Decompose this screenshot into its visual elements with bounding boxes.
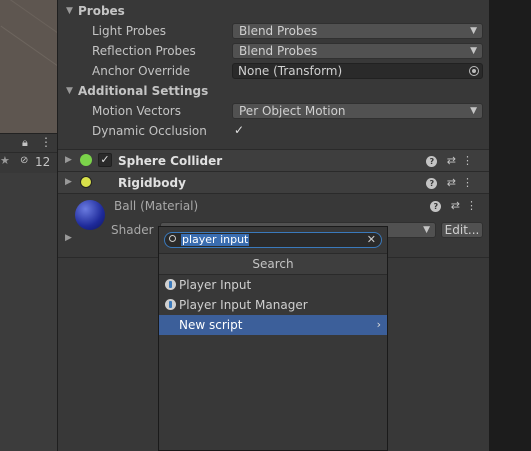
light-probes-value: Blend Probes <box>239 24 318 38</box>
sphere-collider-enabled-checkbox[interactable]: ✓ <box>98 153 112 167</box>
sphere-collider-icon <box>80 154 92 166</box>
lock-icon[interactable]: 🔒︎ <box>22 136 28 150</box>
anchor-override-label: Anchor Override <box>92 64 191 78</box>
shader-label: Shader <box>111 223 154 237</box>
material-name: Ball (Material) <box>114 199 199 213</box>
dropdown-arrow-icon: ▼ <box>423 225 430 235</box>
script-icon <box>165 299 176 310</box>
dropdown-arrow-icon: ▼ <box>470 106 477 116</box>
scene-grid-line <box>0 25 57 96</box>
collapse-arrow-icon[interactable]: ▶ <box>65 177 72 187</box>
scene-view[interactable] <box>0 0 57 133</box>
visibility-icon[interactable]: ⊘ <box>20 155 28 166</box>
more-options-icon[interactable]: ⋮ <box>462 176 479 189</box>
presets-icon[interactable]: ⇄ <box>451 199 466 212</box>
clear-search-icon[interactable]: ✕ <box>367 233 376 246</box>
divider <box>0 152 57 153</box>
probes-foldout-icon[interactable]: ▼ <box>66 6 73 16</box>
more-options-icon[interactable]: ⋮ <box>466 199 483 212</box>
edit-shader-button[interactable]: Edit... <box>441 222 483 238</box>
popup-item-label: New script <box>179 318 243 332</box>
sphere-collider-header[interactable]: ▶ ✓ Sphere Collider ? ⇄⋮ <box>58 149 489 172</box>
rigidbody-header[interactable]: ▶ Rigidbody ? ⇄⋮ <box>58 171 489 194</box>
search-icon <box>169 235 176 242</box>
component-header-icons: ? ⇄⋮ <box>426 154 479 167</box>
hierarchy-toolbar: 🔒︎ ⋮ ★ ⊘ 12 <box>0 133 57 174</box>
star-icon[interactable]: ★ <box>0 154 10 167</box>
reflection-probes-dropdown[interactable]: Blend Probes ▼ <box>232 43 483 59</box>
additional-settings-foldout-icon[interactable]: ▼ <box>66 86 73 96</box>
motion-vectors-dropdown[interactable]: Per Object Motion ▼ <box>232 103 483 119</box>
material-header-icons: ? ⇄⋮ <box>430 199 483 212</box>
dynamic-occlusion-label: Dynamic Occlusion <box>92 124 207 138</box>
window-edge <box>489 0 531 451</box>
anchor-override-value: None (Transform) <box>238 64 343 78</box>
popup-item-label: Player Input <box>179 278 252 292</box>
scene-grid-line <box>0 0 57 56</box>
popup-item-label: Player Input Manager <box>179 298 308 312</box>
popup-item-player-input[interactable]: Player Input <box>159 275 387 295</box>
material-foldout-icon[interactable]: ▶ <box>65 233 72 243</box>
dropdown-arrow-icon: ▼ <box>470 26 477 36</box>
help-icon[interactable]: ? <box>426 178 438 189</box>
popup-item-new-script[interactable]: New script › <box>159 315 387 335</box>
presets-icon[interactable]: ⇄ <box>447 176 462 189</box>
motion-vectors-value: Per Object Motion <box>239 104 346 118</box>
help-icon[interactable]: ? <box>426 156 438 167</box>
hierarchy-panel[interactable] <box>0 173 57 451</box>
visibility-count: 12 <box>35 155 51 169</box>
sphere-collider-title: Sphere Collider <box>118 154 223 168</box>
dynamic-occlusion-checkbox[interactable]: ✓ <box>232 124 246 138</box>
component-search-input[interactable]: player input ✕ <box>164 232 382 248</box>
light-probes-dropdown[interactable]: Blend Probes ▼ <box>232 23 483 39</box>
motion-vectors-label: Motion Vectors <box>92 104 181 118</box>
reflection-probes-label: Reflection Probes <box>92 44 196 58</box>
popup-item-player-input-manager[interactable]: Player Input Manager <box>159 295 387 315</box>
script-icon <box>165 279 176 290</box>
more-options-icon[interactable]: ⋮ <box>40 135 52 149</box>
presets-icon[interactable]: ⇄ <box>447 154 462 167</box>
collapse-arrow-icon[interactable]: ▶ <box>65 155 72 165</box>
rigidbody-icon <box>80 176 92 188</box>
popup-header: Search <box>159 253 387 275</box>
chevron-right-icon: › <box>376 318 381 331</box>
help-icon[interactable]: ? <box>430 201 442 212</box>
anchor-override-field[interactable]: None (Transform) <box>232 63 483 79</box>
search-input-value[interactable]: player input <box>181 234 250 246</box>
more-options-icon[interactable]: ⋮ <box>462 154 479 167</box>
add-component-popup: player input ✕ Search Player Input Playe… <box>158 226 388 451</box>
component-header-icons: ? ⇄⋮ <box>426 176 479 189</box>
additional-settings-title[interactable]: Additional Settings <box>78 84 208 98</box>
divider <box>58 193 489 194</box>
rigidbody-title: Rigidbody <box>118 176 186 190</box>
object-picker-icon[interactable] <box>469 66 479 76</box>
probes-title[interactable]: Probes <box>78 4 125 18</box>
reflection-probes-value: Blend Probes <box>239 44 318 58</box>
light-probes-label: Light Probes <box>92 24 167 38</box>
dropdown-arrow-icon: ▼ <box>470 46 477 56</box>
material-preview-sphere[interactable] <box>75 200 105 230</box>
